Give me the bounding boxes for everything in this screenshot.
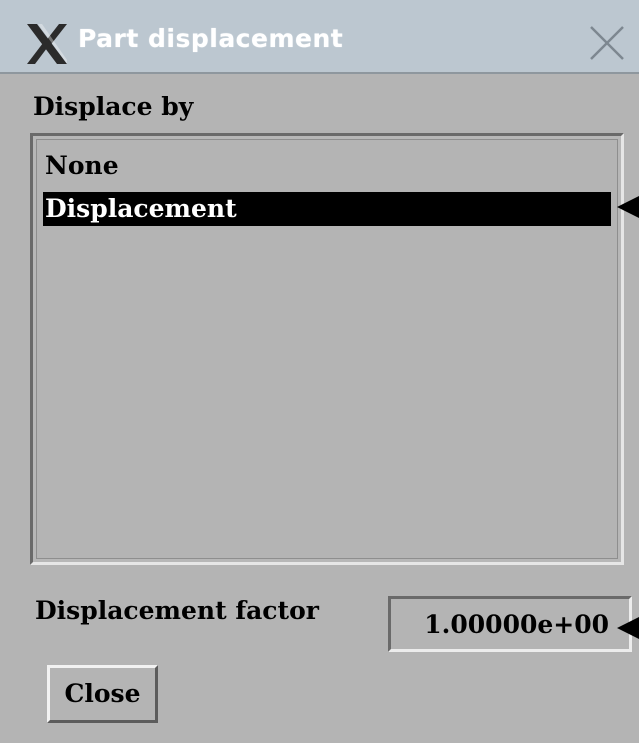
close-button[interactable]: Close [47, 665, 158, 723]
window-title: Part displacement [78, 24, 344, 53]
close-icon[interactable] [588, 24, 626, 62]
part-displacement-window: Part displacement Displace by None Displ… [0, 0, 639, 743]
callout-arrow-icon [617, 196, 639, 218]
displacement-factor-input[interactable] [388, 596, 632, 652]
displace-by-listbox[interactable]: None Displacement [30, 133, 624, 565]
x-window-system-logo-icon [27, 24, 67, 64]
list-item-displacement[interactable]: Displacement [43, 192, 611, 226]
displacement-factor-label: Displacement factor [35, 596, 319, 625]
title-bar[interactable]: Part displacement [0, 0, 639, 74]
displace-by-label: Displace by [33, 92, 194, 121]
callout-arrow-icon [617, 617, 639, 639]
list-item-none[interactable]: None [43, 149, 119, 183]
listbox-content: None Displacement [36, 139, 618, 559]
